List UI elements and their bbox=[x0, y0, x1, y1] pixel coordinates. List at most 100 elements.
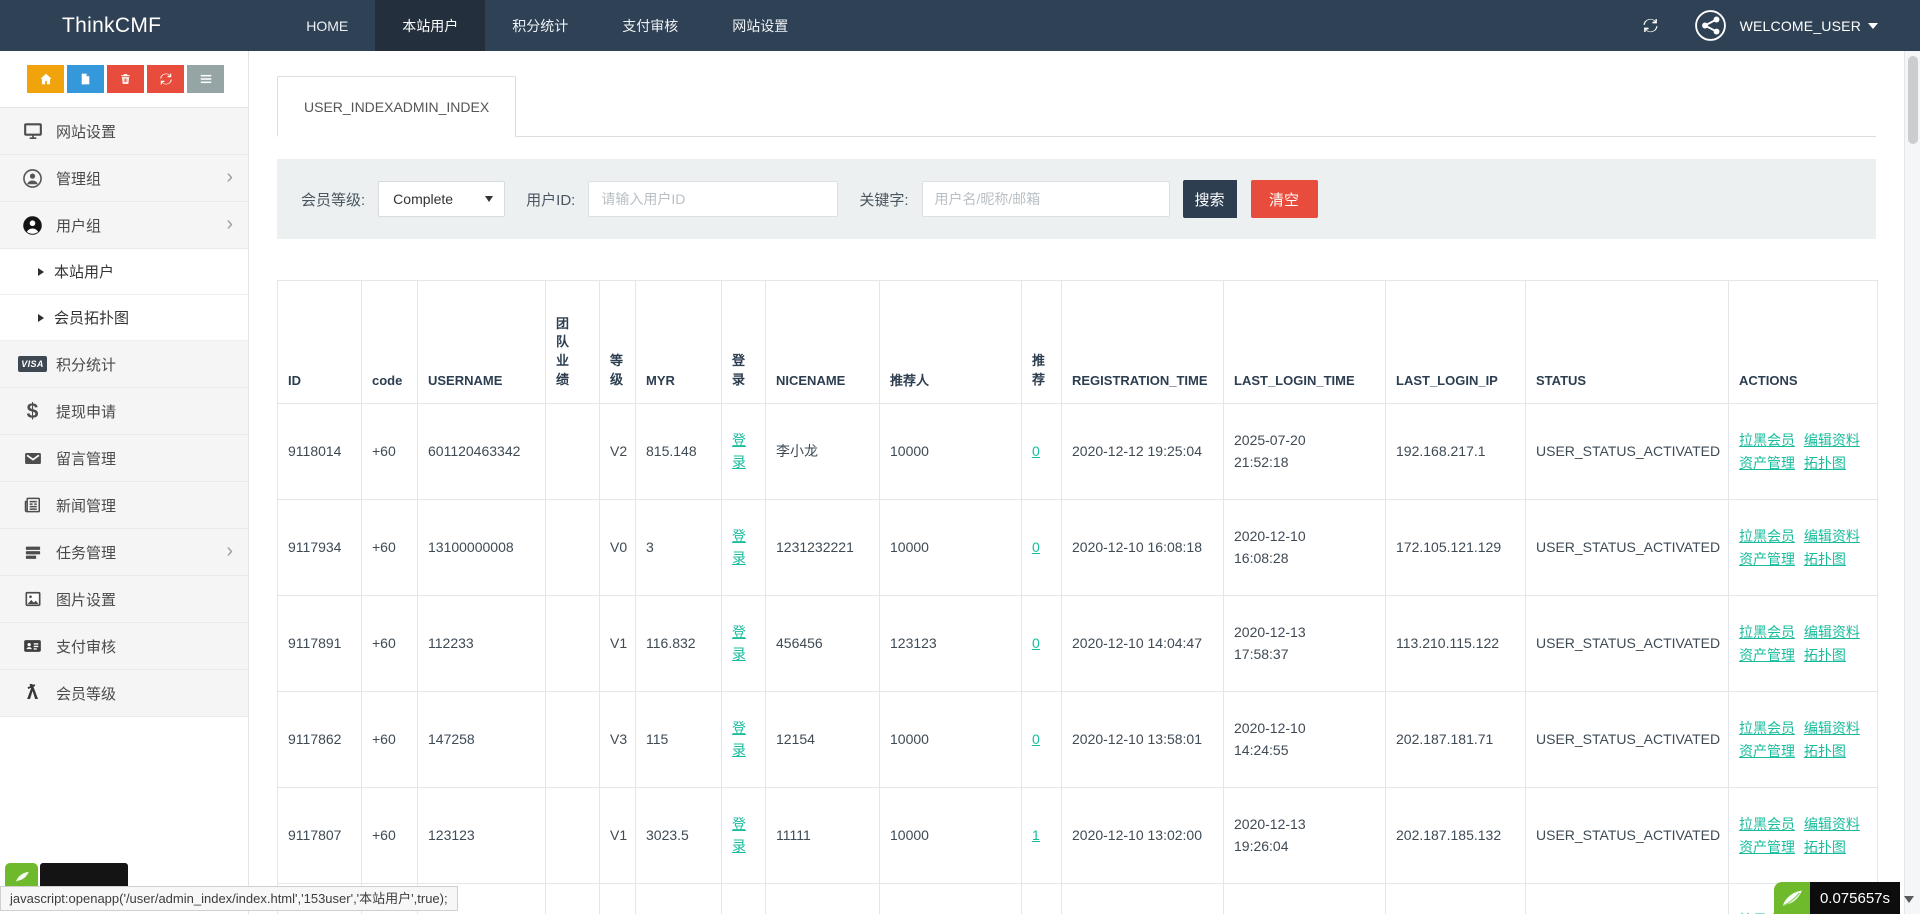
tab-bar: USER_INDEXADMIN_INDEX bbox=[277, 76, 1876, 137]
sidebar-subitem[interactable]: 本站用户 bbox=[0, 249, 248, 295]
cell-myr: 115 bbox=[636, 692, 722, 788]
cell-nicename: 11111 bbox=[766, 788, 880, 884]
sidebar-item-label: 留言管理 bbox=[56, 448, 116, 469]
trace-caret-icon[interactable] bbox=[1904, 896, 1914, 903]
cell-myr: 3023.5 bbox=[636, 788, 722, 884]
cell-recommend: 0 bbox=[1022, 692, 1062, 788]
action-link[interactable]: 资产管理 bbox=[1739, 455, 1795, 471]
cell-actions: 拉黑会员 编辑资料 资产管理 拓扑图 bbox=[1729, 404, 1878, 500]
login-link[interactable]: 登 录 bbox=[732, 621, 746, 666]
action-link[interactable]: 编辑资料 bbox=[1804, 816, 1860, 832]
sidebar-item-label: 会员等级 bbox=[56, 683, 116, 704]
action-link[interactable]: 资产管理 bbox=[1739, 647, 1795, 663]
sidebar-item[interactable]: $提现申请 bbox=[0, 388, 248, 435]
trace-time-badge[interactable]: 0.075657s bbox=[1810, 882, 1900, 914]
sidebar-item[interactable]: 新闻管理 bbox=[0, 482, 248, 529]
sidebar-item[interactable]: 用户组› bbox=[0, 202, 248, 249]
cell-registration-time bbox=[1062, 884, 1224, 914]
action-link[interactable]: 编辑资料 bbox=[1804, 528, 1860, 544]
navbar-item[interactable]: 网站设置 bbox=[705, 0, 815, 51]
table-header-row: IDcodeUSERNAME团 队 业 绩等 级MYR登 录NICENAME推荐… bbox=[278, 281, 1878, 404]
sidebar-item[interactable]: ƛ会员等级 bbox=[0, 670, 248, 717]
thinkcmf-logo-icon[interactable] bbox=[1774, 882, 1810, 914]
recommend-count-link[interactable]: 0 bbox=[1032, 539, 1040, 555]
sidebar-subitem[interactable]: 会员拓扑图 bbox=[0, 295, 248, 341]
home-button[interactable] bbox=[27, 65, 64, 93]
clear-button[interactable]: 清空 bbox=[1251, 180, 1318, 218]
action-link[interactable]: 拉黑会员 bbox=[1739, 624, 1795, 640]
sidebar-item[interactable]: VISA积分统计 bbox=[0, 341, 248, 388]
action-link[interactable]: 编辑资料 bbox=[1804, 624, 1860, 640]
column-header: ACTIONS bbox=[1729, 281, 1878, 404]
cell-login: 登 录 bbox=[722, 788, 766, 884]
login-link[interactable]: 登 录 bbox=[732, 813, 746, 858]
cell-last-login-time: 2020-12-13 19:26:04 bbox=[1224, 788, 1386, 884]
cell-actions: 拉黑会员 编辑资料 资产管理 拓扑图 bbox=[1729, 788, 1878, 884]
action-link[interactable]: 拓扑图 bbox=[1804, 743, 1846, 759]
cell-status bbox=[1526, 884, 1729, 914]
trash-button[interactable] bbox=[107, 65, 144, 93]
sidebar-item[interactable]: 图片设置 bbox=[0, 576, 248, 623]
action-link[interactable]: 资产管理 bbox=[1739, 743, 1795, 759]
keyword-input[interactable] bbox=[922, 181, 1170, 217]
cell-login: 登 录 bbox=[722, 596, 766, 692]
action-link[interactable]: 编辑资料 bbox=[1804, 720, 1860, 736]
cell-last-login-ip: 202.187.185.132 bbox=[1386, 788, 1526, 884]
chevron-down-icon[interactable] bbox=[1868, 23, 1878, 29]
avatar[interactable] bbox=[1693, 8, 1728, 43]
tab-user-index[interactable]: USER_INDEXADMIN_INDEX bbox=[277, 76, 516, 137]
tasks-icon bbox=[19, 543, 46, 562]
action-link[interactable]: 编辑资料 bbox=[1804, 432, 1860, 448]
navbar-item[interactable]: 支付审核 bbox=[595, 0, 705, 51]
recycle-button[interactable] bbox=[147, 65, 184, 93]
recommend-count-link[interactable]: 0 bbox=[1032, 731, 1040, 747]
welcome-user[interactable]: WELCOME_USER bbox=[1740, 18, 1861, 34]
action-link[interactable]: 资产管理 bbox=[1739, 839, 1795, 855]
navbar-item[interactable]: HOME bbox=[279, 0, 375, 51]
login-link[interactable]: 登 录 bbox=[732, 525, 746, 570]
action-link[interactable]: 拉黑会员 bbox=[1739, 528, 1795, 544]
action-link[interactable]: 资产管理 bbox=[1739, 551, 1795, 567]
vertical-scrollbar bbox=[1904, 51, 1920, 914]
file-button[interactable] bbox=[67, 65, 104, 93]
sidebar-item-label: 管理组 bbox=[56, 168, 101, 189]
sidebar-item[interactable]: 支付审核 bbox=[0, 623, 248, 670]
dollar-icon: $ bbox=[19, 401, 46, 422]
scrollbar-thumb[interactable] bbox=[1908, 56, 1918, 144]
sidebar-item[interactable]: 管理组› bbox=[0, 155, 248, 202]
navbar-item[interactable]: 积分统计 bbox=[485, 0, 595, 51]
sidebar-item-label: 新闻管理 bbox=[56, 495, 116, 516]
visa-icon: VISA bbox=[19, 356, 46, 372]
recycle-icon bbox=[159, 72, 173, 86]
action-link[interactable]: 拓扑图 bbox=[1804, 647, 1846, 663]
cell-registration-time: 2020-12-10 16:08:18 bbox=[1062, 500, 1224, 596]
sidebar-menu: 网站设置管理组›用户组›本站用户会员拓扑图VISA积分统计$提现申请留言管理新闻… bbox=[0, 108, 248, 717]
refresh-icon[interactable] bbox=[1642, 17, 1659, 34]
admin-group-icon bbox=[19, 168, 46, 189]
login-link[interactable]: 登 录 bbox=[732, 717, 746, 762]
cell-level: V1 bbox=[600, 788, 636, 884]
search-button[interactable]: 搜索 bbox=[1183, 180, 1237, 218]
list-button[interactable] bbox=[187, 65, 224, 93]
action-link[interactable]: 拓扑图 bbox=[1804, 839, 1846, 855]
action-link[interactable]: 拉黑会员 bbox=[1739, 816, 1795, 832]
recommend-count-link[interactable]: 0 bbox=[1032, 635, 1040, 651]
login-link[interactable]: 登 录 bbox=[732, 429, 746, 474]
action-link[interactable]: 拓扑图 bbox=[1804, 551, 1846, 567]
sidebar-item[interactable]: 网站设置 bbox=[0, 108, 248, 155]
action-link[interactable]: 拉黑会员 bbox=[1739, 720, 1795, 736]
cell-id: 9117934 bbox=[278, 500, 362, 596]
app-logo[interactable]: ThinkCMF bbox=[0, 0, 161, 51]
level-select[interactable]: Complete bbox=[378, 181, 505, 217]
action-link[interactable]: 拓扑图 bbox=[1804, 455, 1846, 471]
cell-username: 601120463342 bbox=[418, 404, 546, 500]
cell-team bbox=[546, 596, 600, 692]
userid-input[interactable] bbox=[588, 181, 838, 217]
sidebar-item[interactable]: 留言管理 bbox=[0, 435, 248, 482]
navbar-item[interactable]: 本站用户 bbox=[375, 0, 485, 51]
action-link[interactable]: 拉黑会员 bbox=[1739, 432, 1795, 448]
recommend-count-link[interactable]: 0 bbox=[1032, 443, 1040, 459]
cell-nicename: 12154 bbox=[766, 692, 880, 788]
recommend-count-link[interactable]: 1 bbox=[1032, 827, 1040, 843]
sidebar-item[interactable]: 任务管理› bbox=[0, 529, 248, 576]
